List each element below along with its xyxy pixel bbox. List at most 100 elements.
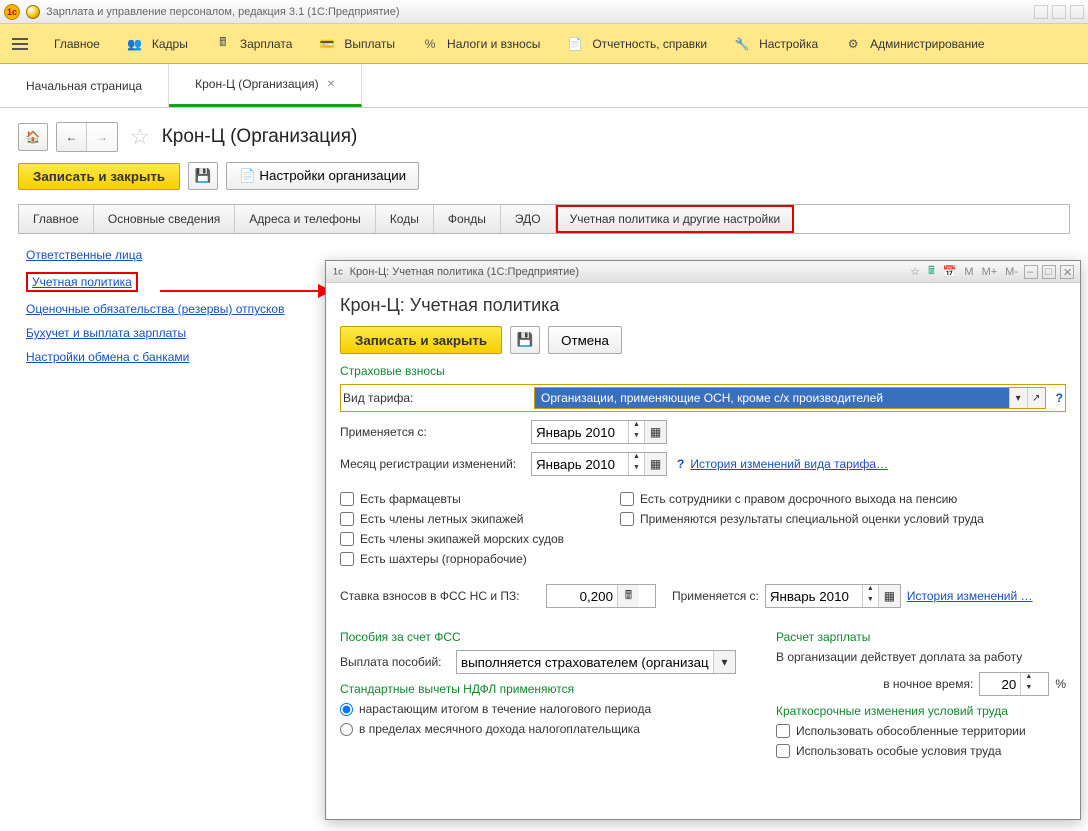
chk-pension-label: Есть сотрудники с правом досрочного выхо…: [640, 492, 957, 506]
help-icon[interactable]: ?: [1056, 391, 1063, 405]
close-icon[interactable]: ✕: [327, 79, 335, 90]
spin-up-icon[interactable]: ▲: [1021, 673, 1036, 684]
st-policy[interactable]: Учетная политика и другие настройки: [556, 205, 795, 233]
chk-pharm[interactable]: [340, 492, 354, 506]
ndfl-r1-label: нарастающим итогом в течение налогового …: [359, 702, 651, 716]
regmonth-input[interactable]: ▲▼ ▦: [531, 452, 667, 476]
st-main[interactable]: Главное: [19, 205, 94, 233]
menu-taxes[interactable]: %Налоги и взносы: [421, 36, 540, 52]
menu-reports[interactable]: 📄Отчетность, справки: [566, 36, 707, 52]
chk-territories[interactable]: [776, 724, 790, 738]
menu-kadry[interactable]: 👥Кадры: [126, 36, 188, 52]
applies2-field[interactable]: [766, 585, 862, 607]
st-basic[interactable]: Основные сведения: [94, 205, 235, 233]
open-ext-icon[interactable]: ↗: [1027, 388, 1045, 408]
calendar-icon[interactable]: 📅: [941, 265, 959, 278]
mplus-button[interactable]: M+: [980, 266, 1000, 278]
titlebar-tools: [1034, 5, 1084, 19]
calc-button[interactable]: 🖩: [617, 585, 639, 607]
tariff-label: Вид тарифа:: [343, 391, 528, 405]
mminus-button[interactable]: M-: [1003, 266, 1020, 278]
applies2-input[interactable]: ▲▼ ▦: [765, 584, 901, 608]
save-close-button[interactable]: Записать и закрыть: [18, 163, 180, 190]
menu-payments[interactable]: 💳Выплаты: [318, 36, 395, 52]
favorite-star-icon[interactable]: ☆: [130, 124, 150, 150]
chk-sea[interactable]: [340, 532, 354, 546]
st-funds[interactable]: Фонды: [434, 205, 501, 233]
ndfl-radio-monthly[interactable]: [340, 723, 353, 736]
tariff-select[interactable]: Организации, применяющие ОСН, кроме с/х …: [534, 387, 1046, 409]
save-button[interactable]: 💾: [188, 162, 218, 190]
history-link[interactable]: История изменений …: [907, 589, 1033, 603]
page-tabs: Начальная страница Крон-Ц (Организация)✕: [0, 64, 1088, 108]
titlebar-icon[interactable]: [1034, 5, 1048, 19]
modal-cancel-button[interactable]: Отмена: [548, 326, 622, 354]
pay-label: Выплата пособий:: [340, 655, 450, 669]
chk-sout-label: Применяются результаты специальной оценк…: [640, 512, 984, 526]
dropdown-icon[interactable]: ▾: [713, 651, 735, 673]
chk-flight[interactable]: [340, 512, 354, 526]
back-button[interactable]: ←: [57, 123, 87, 151]
spin-down-icon[interactable]: ▼: [1021, 684, 1036, 695]
dropdown-icon[interactable]: ▾: [1009, 388, 1027, 408]
applies-month-field[interactable]: [532, 421, 628, 443]
tab-start[interactable]: Начальная страница: [0, 64, 169, 107]
home-button[interactable]: 🏠: [18, 123, 48, 151]
spin-up-icon[interactable]: ▲: [629, 421, 644, 432]
pay-select[interactable]: ▾: [456, 650, 736, 674]
spin-up-icon[interactable]: ▲: [863, 585, 878, 596]
org-settings-button[interactable]: 📄 Настройки организации: [226, 162, 419, 190]
percent-icon: %: [421, 36, 439, 52]
menu-salary[interactable]: 🖩Зарплата: [214, 36, 293, 52]
spin-down-icon[interactable]: ▼: [629, 432, 644, 443]
maximize-icon[interactable]: □: [1042, 265, 1056, 279]
pay-field[interactable]: [457, 651, 713, 673]
chk-pension[interactable]: [620, 492, 634, 506]
wallet-icon: 💳: [318, 36, 336, 52]
st-edo[interactable]: ЭДО: [501, 205, 556, 233]
link-policy[interactable]: Учетная политика: [32, 275, 132, 289]
menu-settings[interactable]: 🔧Настройка: [733, 36, 818, 52]
spin-up-icon[interactable]: ▲: [629, 453, 644, 464]
titlebar-icon[interactable]: [1070, 5, 1084, 19]
night-percent-input[interactable]: ▲▼: [979, 672, 1049, 696]
menu-admin[interactable]: ⚙Администрирование: [844, 36, 984, 52]
spin-down-icon[interactable]: ▼: [863, 596, 878, 607]
fss-rate-input[interactable]: 🖩: [546, 584, 656, 608]
st-codes[interactable]: Коды: [376, 205, 434, 233]
chk-special[interactable]: [776, 744, 790, 758]
wrench-icon: 🔧: [733, 36, 751, 52]
help-icon[interactable]: ?: [677, 457, 684, 471]
fav-icon[interactable]: ☆: [908, 265, 922, 278]
applies-month-input[interactable]: ▲▼ ▦: [531, 420, 667, 444]
chk-miners-label: Есть шахтеры (горнорабочие): [360, 552, 527, 566]
calendar-button[interactable]: ▦: [644, 453, 666, 475]
modal-save-button[interactable]: 💾: [510, 326, 540, 354]
close-icon[interactable]: ✕: [1060, 265, 1074, 279]
night-percent-field[interactable]: [980, 673, 1020, 695]
tab-org[interactable]: Крон-Ц (Организация)✕: [169, 64, 362, 107]
modal-save-close-button[interactable]: Записать и закрыть: [340, 326, 502, 354]
tariff-history-link[interactable]: История изменений вида тарифа…: [690, 457, 888, 471]
m-button[interactable]: M: [962, 266, 975, 278]
regmonth-field[interactable]: [532, 453, 628, 475]
group-short: Краткосрочные изменения условий труда: [776, 704, 1066, 718]
chk-miners[interactable]: [340, 552, 354, 566]
page-title: Крон-Ц (Организация): [162, 126, 358, 148]
calc-icon[interactable]: 🖩: [926, 262, 937, 281]
app-logo-icon: 1c: [4, 4, 20, 20]
titlebar-icon[interactable]: [1052, 5, 1066, 19]
chk-sout[interactable]: [620, 512, 634, 526]
calendar-button[interactable]: ▦: [878, 585, 900, 607]
st-address[interactable]: Адреса и телефоны: [235, 205, 376, 233]
calendar-button[interactable]: ▦: [644, 421, 666, 443]
nav-group: ← →: [56, 122, 118, 152]
fss-rate-field[interactable]: [547, 585, 617, 607]
hamburger-icon[interactable]: [12, 38, 28, 50]
minimize-icon[interactable]: –: [1024, 265, 1038, 279]
page-header: 🏠 ← → ☆ Крон-Ц (Организация): [0, 108, 1088, 162]
menu-main[interactable]: Главное: [54, 37, 100, 51]
ndfl-radio-cumulative[interactable]: [340, 703, 353, 716]
forward-button[interactable]: →: [87, 123, 117, 151]
spin-down-icon[interactable]: ▼: [629, 464, 644, 475]
